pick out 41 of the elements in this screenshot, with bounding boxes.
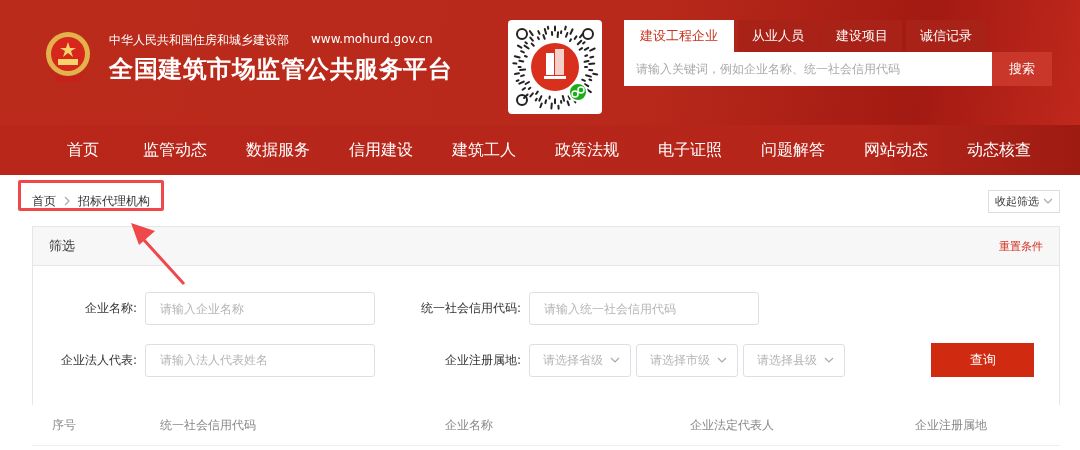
caret-icon [717, 357, 727, 363]
panel-title: 筛选 [49, 237, 75, 255]
caret-icon [610, 357, 620, 363]
nav-item[interactable]: 建筑工人 [432, 139, 535, 161]
nav-item[interactable]: 动态核查 [947, 139, 1050, 161]
field-label: 企业名称: [83, 300, 137, 317]
caret-icon [824, 357, 834, 363]
search-tab[interactable]: 建设工程企业 [624, 20, 734, 52]
column-header: 序号 [52, 416, 77, 434]
input-field[interactable]: 请输入法人代表姓名 [145, 343, 375, 377]
ministry-name: 中华人民共和国住房和城乡建设部 [109, 31, 289, 49]
breadcrumb-item: 招标代理机构 [78, 192, 150, 210]
nav-item[interactable]: 电子证照 [638, 139, 741, 161]
column-header: 企业注册属地 [915, 416, 987, 434]
caret-icon [1043, 198, 1053, 204]
search-field[interactable]: 请输入关键词，例如企业名称、统一社会信用代码 [624, 52, 992, 86]
input-field[interactable]: 请输入统一社会信用代码 [529, 292, 759, 325]
site-url: www.mohurd.gov.cn [311, 31, 433, 48]
breadcrumb-item[interactable]: 首页 [32, 192, 56, 210]
qr-code-icon [508, 20, 602, 114]
nav-item[interactable]: 信用建设 [329, 139, 432, 161]
search-tab[interactable]: 诚信记录 [906, 20, 986, 52]
query-button[interactable]: 查询 [931, 343, 1034, 377]
nav-item[interactable]: 数据服务 [226, 139, 329, 161]
column-header: 统一社会信用代码 [160, 416, 257, 434]
nav-item[interactable]: 问题解答 [741, 139, 844, 161]
nav-item[interactable]: 网站动态 [844, 139, 947, 161]
collapse-filter-button[interactable]: 收起筛选 [988, 189, 1060, 213]
column-header: 企业法定代表人 [690, 416, 775, 434]
reset-link[interactable]: 重置条件 [999, 238, 1043, 254]
field-label: 统一社会信用代码: [419, 300, 521, 317]
site-title: 全国建筑市场监管公共服务平台 [109, 53, 452, 85]
input-field[interactable]: 请输入企业名称 [145, 292, 375, 325]
field-label: 企业注册属地: [443, 351, 521, 369]
field-label: 企业法人代表: [59, 351, 137, 369]
column-header: 企业名称 [445, 416, 494, 434]
chevron-icon [64, 196, 70, 206]
nav-item[interactable]: 政策法规 [535, 139, 638, 161]
nav-item[interactable]: 首页 [43, 139, 123, 161]
search-button[interactable]: 搜索 [992, 52, 1052, 86]
nav-item[interactable]: 监管动态 [123, 139, 226, 161]
